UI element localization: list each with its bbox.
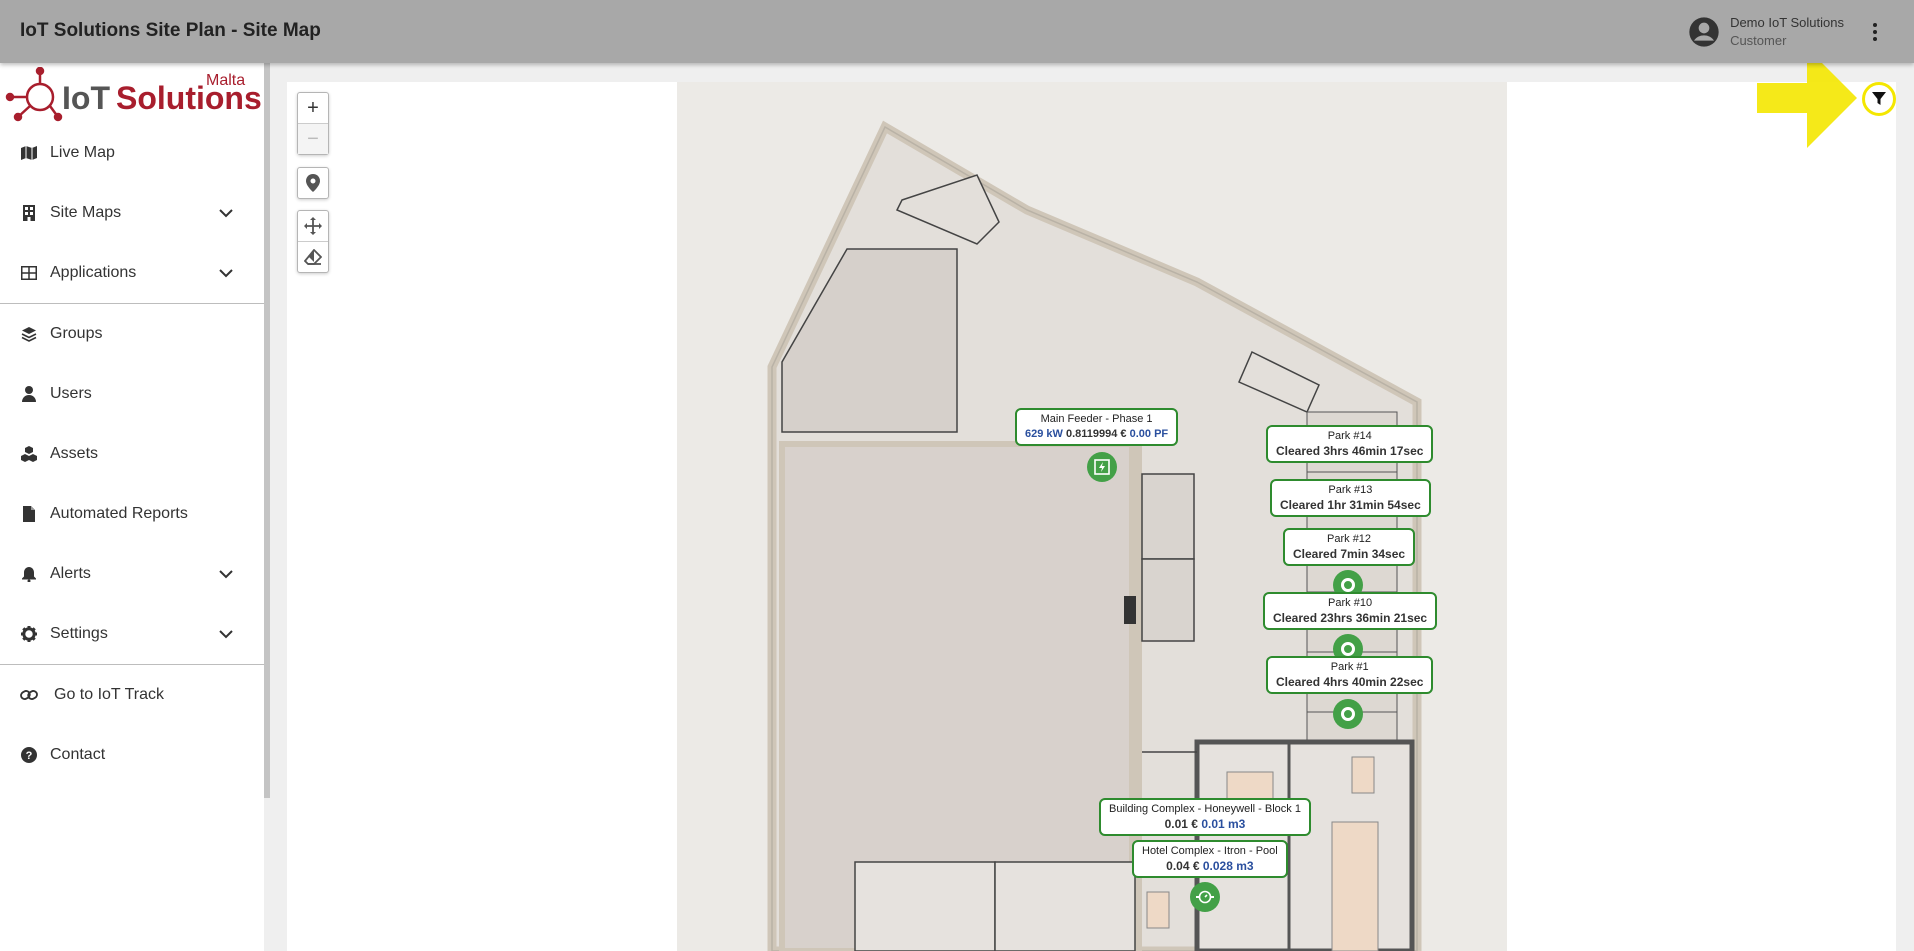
marker-control — [297, 167, 329, 199]
filter-icon — [1872, 92, 1886, 105]
map-panel: + − Main Feeder - Phase 1 629 kW 0.81199… — [287, 82, 1896, 951]
zoom-out-button[interactable]: − — [298, 124, 328, 154]
water-meter-icon — [1196, 890, 1214, 904]
bell-icon — [20, 565, 38, 583]
app-bar: IoT Solutions Site Plan - Site Map Demo … — [0, 0, 1914, 63]
brand-logo: IoT Solutions Malta — [5, 67, 262, 122]
user-menu[interactable]: Demo IoT Solutions Customer — [1688, 14, 1844, 50]
grid-icon — [20, 264, 38, 282]
sidebar-item-contact[interactable]: ? Contact — [0, 725, 264, 785]
feeder-label[interactable]: Main Feeder - Phase 1 629 kW 0.8119994 €… — [1015, 408, 1179, 446]
park-14-label[interactable]: Park #14 Cleared 3hrs 46min 17sec — [1266, 425, 1434, 463]
file-icon — [20, 505, 38, 523]
sidebar-item-assets[interactable]: Assets — [0, 424, 264, 484]
filter-button[interactable] — [1862, 82, 1896, 116]
gear-icon — [20, 625, 38, 643]
move-icon[interactable] — [298, 211, 328, 241]
hotel-complex-label[interactable]: Hotel Complex - Itron - Pool 0.04 € 0.02… — [1132, 840, 1288, 878]
sidebar-item-go-to-iot-track[interactable]: Go to IoT Track — [0, 665, 264, 725]
chevron-down-icon[interactable] — [218, 265, 234, 281]
location-pin-icon[interactable] — [298, 168, 328, 198]
sidebar-item-users[interactable]: Users — [0, 364, 264, 424]
zoom-in-button[interactable]: + — [298, 93, 328, 123]
park-10-label[interactable]: Park #10 Cleared 23hrs 36min 21sec — [1263, 592, 1438, 630]
electric-meter-marker[interactable] — [1087, 452, 1117, 482]
building-icon — [20, 204, 38, 222]
account-circle-icon — [1689, 17, 1719, 47]
parking-sensor-marker[interactable] — [1333, 699, 1363, 729]
park-13-label[interactable]: Park #13 Cleared 1hr 31min 54sec — [1270, 479, 1431, 517]
sidebar-item-applications[interactable]: Applications — [0, 243, 264, 303]
sidebar-item-settings[interactable]: Settings — [0, 604, 264, 664]
sidebar-nav: Live Map Site Maps Applications Groups U… — [0, 123, 264, 785]
link-icon — [20, 686, 38, 704]
water-meter-marker[interactable] — [1190, 882, 1220, 912]
map-icon — [20, 144, 38, 162]
sidebar-item-live-map[interactable]: Live Map — [0, 123, 264, 183]
edit-control — [297, 210, 329, 273]
sidebar-scrollbar[interactable] — [264, 63, 270, 798]
user-role: Customer — [1730, 33, 1787, 48]
user-icon — [20, 385, 38, 403]
sidebar-item-groups[interactable]: Groups — [0, 304, 264, 364]
chevron-down-icon[interactable] — [218, 205, 234, 221]
svg-text:Malta: Malta — [206, 72, 245, 89]
svg-text:?: ? — [26, 750, 33, 762]
park-1-label[interactable]: Park #1 Cleared 4hrs 40min 22sec — [1266, 656, 1434, 694]
svg-text:IoT: IoT — [62, 80, 110, 116]
more-vert-icon[interactable] — [1866, 20, 1884, 44]
cubes-icon — [20, 445, 38, 463]
park-12-label[interactable]: Park #12 Cleared 7min 34sec — [1283, 528, 1416, 566]
building-bolt-icon — [1094, 459, 1110, 475]
question-icon: ? — [20, 746, 38, 764]
zoom-control: + − — [297, 92, 329, 155]
chevron-down-icon[interactable] — [218, 626, 234, 642]
user-name: Demo IoT Solutions — [1730, 15, 1844, 30]
sidebar-item-alerts[interactable]: Alerts — [0, 544, 264, 604]
layers-icon — [20, 325, 38, 343]
chevron-down-icon[interactable] — [218, 566, 234, 582]
sidebar-item-automated-reports[interactable]: Automated Reports — [0, 484, 264, 544]
sidebar-item-site-maps[interactable]: Site Maps — [0, 183, 264, 243]
sidebar: IoT Solutions Malta Live Map Site Maps A… — [0, 63, 264, 951]
arrow-annotation-icon — [1757, 48, 1857, 148]
page-title: IoT Solutions Site Plan - Site Map — [20, 20, 321, 41]
eraser-icon[interactable] — [298, 242, 328, 272]
building-complex-label[interactable]: Building Complex - Honeywell - Block 1 0… — [1099, 798, 1311, 836]
